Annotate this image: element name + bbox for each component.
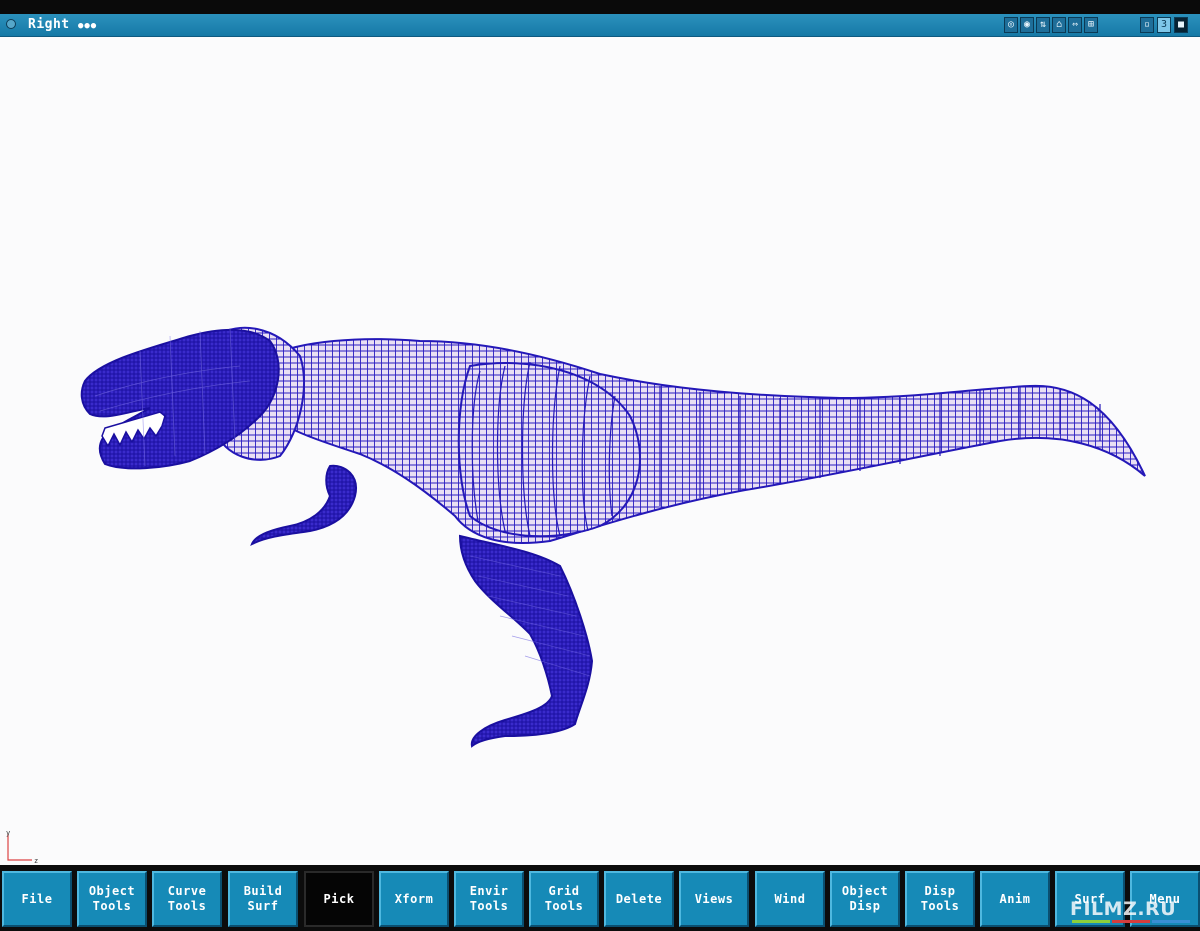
menu-button-label: Object Tools [88,884,136,913]
window-titlebar[interactable]: Right ●●● ◎ ◉ ⇅ ⌂ ⇔ ⊞ ▫ 3 ■ [0,14,1200,37]
menu-button-disp-tools[interactable]: Disp Tools [905,871,975,927]
menu-button-wind[interactable]: Wind [755,871,825,927]
zoom-icon[interactable]: ◎ [1004,17,1018,33]
axis-y-label: y [6,830,10,837]
menu-button-xform[interactable]: Xform [379,871,449,927]
watermark-bar-green [1072,920,1110,923]
track-icon[interactable]: ⊞ [1084,17,1098,33]
menu-button-curve-tools[interactable]: Curve Tools [152,871,222,927]
menu-button-label: Curve Tools [167,884,207,913]
watermark-bar-blue [1152,920,1190,923]
menu-button-label: Xform [394,891,434,906]
minimize-icon[interactable]: ▫ [1140,17,1154,33]
maximize-icon[interactable]: ■ [1174,17,1188,33]
window-close-icon[interactable] [6,19,16,29]
menu-button-label: Object Disp [841,884,889,913]
camera-icon[interactable]: ◉ [1020,17,1034,33]
watermark-text: FILMZ.RU [1070,898,1177,920]
axis-indicator: y z [6,830,38,864]
menu-button-pick[interactable]: Pick [304,871,374,927]
watermark-bar-red [1112,920,1150,923]
menu-button-delete[interactable]: Delete [604,871,674,927]
window-number-icon[interactable]: 3 [1157,17,1171,33]
menu-button-object-disp[interactable]: Object Disp [830,871,900,927]
menu-button-object-tools[interactable]: Object Tools [77,871,147,927]
window-title-dots: ●●● [77,21,98,31]
menu-button-label: Wind [774,891,806,906]
dolly-icon[interactable]: ⇅ [1036,17,1050,33]
modeling-viewport[interactable]: y z [0,36,1200,887]
menu-button-label: Pick [323,891,355,906]
trex-wireframe-canvas [80,326,1146,748]
menu-button-views[interactable]: Views [679,871,749,927]
home-icon[interactable]: ⌂ [1052,17,1066,33]
menu-button-envir-tools[interactable]: Envir Tools [454,871,524,927]
menu-button-label: Anim [999,891,1031,906]
viewport-window: Right ●●● ◎ ◉ ⇅ ⌂ ⇔ ⊞ ▫ 3 ■ y z [0,14,1200,887]
trex-model[interactable] [80,326,1146,748]
titlebar-window-controls: ▫ 3 ■ [1140,17,1188,33]
menu-button-label: Build Surf [243,884,283,913]
trex-arm-mesh [250,464,357,547]
window-title: Right ●●● [28,16,97,35]
titlebar-tools: ◎ ◉ ⇅ ⌂ ⇔ ⊞ [1004,17,1098,33]
menu-button-grid-tools[interactable]: Grid Tools [529,871,599,927]
main-menu-bar: File Object Tools Curve Tools Build Surf Pic… [0,865,1200,931]
menu-button-label: File [21,891,53,906]
trex-leg-mesh [458,534,594,748]
window-title-label: Right [28,17,70,32]
menu-button-label: Views [694,891,734,906]
menu-button-anim[interactable]: Anim [980,871,1050,927]
menu-button-build-surf[interactable]: Build Surf [228,871,298,927]
menu-button-file[interactable]: File [2,871,72,927]
menu-button-label: Envir Tools [469,884,509,913]
menu-button-label: Delete [615,891,663,906]
trex-body-mesh [269,338,1146,544]
expand-icon[interactable]: ⇔ [1068,17,1082,33]
menu-button-label: Disp Tools [920,884,960,913]
axis-z-label: z [34,857,38,864]
menu-button-label: Grid Tools [544,884,584,913]
top-edge-strip [0,0,1200,14]
